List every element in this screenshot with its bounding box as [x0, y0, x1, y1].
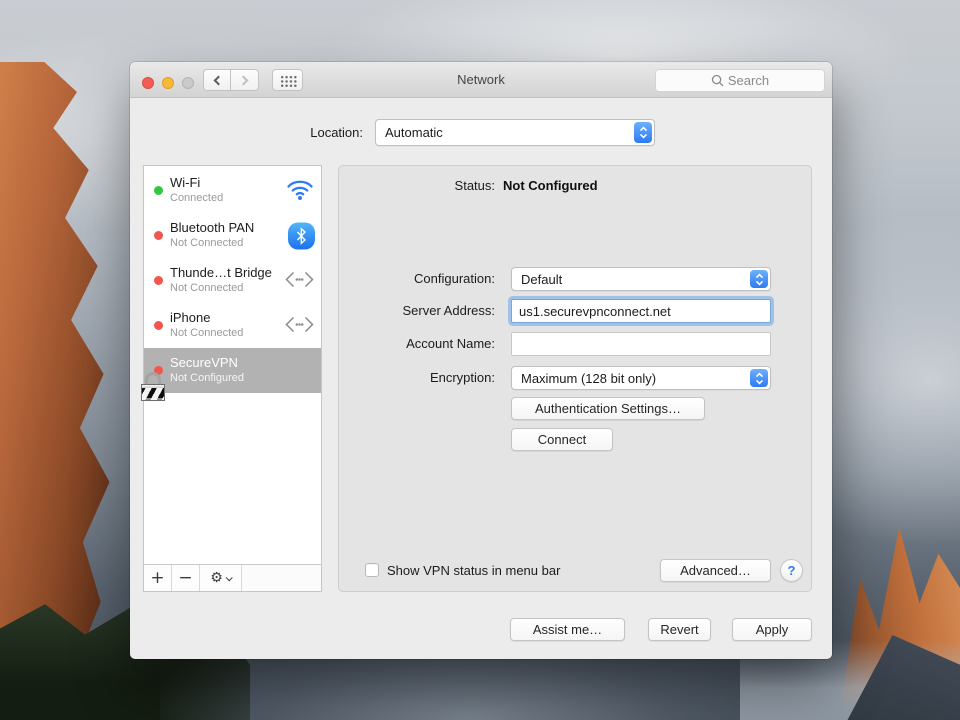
sidebar-action-bar: + − ⚙ [144, 564, 321, 591]
interface-status: Not Configured [170, 372, 244, 384]
sidebar-item-bluetooth-pan[interactable]: Bluetooth PAN Not Connected [144, 213, 321, 258]
show-vpn-status-label: Show VPN status in menu bar [387, 563, 561, 578]
location-label: Location: [310, 125, 363, 140]
encryption-value: Maximum (128 bit only) [521, 370, 657, 386]
network-preferences-window: Network Search Location: Automatic Wi-Fi… [130, 62, 832, 659]
interface-status: Connected [170, 192, 224, 204]
advanced-button[interactable]: Advanced… [660, 559, 771, 582]
remove-interface-button[interactable]: − [172, 565, 200, 591]
vpn-settings-panel: Status: Not Configured Configuration: De… [338, 165, 812, 592]
account-name-row: Account Name: [339, 332, 811, 356]
encryption-popup[interactable]: Maximum (128 bit only) [511, 366, 771, 390]
status-label: Status: [454, 178, 495, 193]
server-address-label: Server Address: [402, 303, 496, 318]
interface-name: Wi-Fi [170, 175, 201, 190]
popup-stepper-icon [634, 122, 652, 143]
account-name-label: Account Name: [406, 336, 495, 351]
apply-button[interactable]: Apply [732, 618, 812, 641]
popup-stepper-icon [750, 270, 768, 288]
interface-status: Not Connected [170, 237, 244, 249]
interface-name: SecureVPN [170, 355, 238, 370]
search-placeholder: Search [727, 73, 770, 88]
gear-icon: ⚙ [210, 570, 223, 586]
interfaces-sidebar: Wi-Fi Connected Bluetooth PAN Not Connec… [141, 165, 322, 592]
configuration-value: Default [521, 271, 563, 287]
sidebar-item-wifi[interactable]: Wi-Fi Connected [144, 168, 321, 213]
interface-status: Not Connected [170, 282, 244, 294]
status-row: Status: Not Configured [339, 178, 811, 193]
status-dot [154, 321, 163, 330]
status-value: Not Configured [503, 178, 598, 193]
interface-name: Bluetooth PAN [170, 220, 255, 235]
interface-name: iPhone [170, 310, 211, 325]
server-address-input[interactable] [511, 299, 771, 323]
show-vpn-status-checkbox[interactable] [365, 563, 379, 577]
titlebar[interactable]: Network Search [130, 62, 832, 98]
bluetooth-icon [288, 222, 315, 249]
bridge-icon [284, 270, 315, 291]
add-interface-button[interactable]: + [144, 565, 172, 591]
connect-button[interactable]: Connect [511, 428, 613, 451]
popup-stepper-icon [750, 369, 768, 387]
interface-name: Thunde…t Bridge [170, 265, 272, 280]
actions-menu-button[interactable]: ⚙ [200, 565, 242, 591]
interfaces-list: Wi-Fi Connected Bluetooth PAN Not Connec… [141, 166, 321, 566]
authentication-settings-button[interactable]: Authentication Settings… [511, 397, 705, 420]
configuration-popup[interactable]: Default [511, 267, 771, 291]
search-input[interactable]: Search [655, 69, 825, 92]
encryption-label: Encryption: [429, 370, 495, 385]
status-dot [154, 276, 163, 285]
status-dot [154, 231, 163, 240]
chevron-down-icon [225, 573, 233, 581]
revert-button[interactable]: Revert [648, 618, 711, 641]
server-address-row: Server Address: [339, 299, 811, 323]
sidebar-item-securevpn[interactable]: SecureVPN Not Configured [141, 348, 321, 401]
configuration-label: Configuration: [414, 271, 495, 286]
status-dot [154, 186, 163, 195]
wifi-icon [285, 177, 315, 205]
configuration-row: Configuration: Default [339, 267, 811, 291]
location-popup[interactable]: Automatic [375, 119, 655, 146]
interface-status: Not Connected [170, 327, 244, 339]
sidebar-item-thunderbolt-bridge[interactable]: Thunde…t Bridge Not Connected [144, 258, 321, 303]
sidebar-item-iphone[interactable]: iPhone Not Connected [144, 303, 321, 348]
location-row: Location: Automatic [130, 119, 832, 146]
encryption-row: Encryption: Maximum (128 bit only) [339, 366, 811, 390]
account-name-input[interactable] [511, 332, 771, 356]
sidebar-bar-filler [242, 565, 321, 591]
vpn-menubar-row: Show VPN status in menu bar Advanced… ? [339, 559, 811, 582]
help-button[interactable]: ? [780, 559, 803, 582]
assist-me-button[interactable]: Assist me… [510, 618, 625, 641]
search-icon [711, 74, 724, 87]
bridge-icon [284, 315, 315, 336]
location-popup-value: Automatic [385, 125, 443, 140]
